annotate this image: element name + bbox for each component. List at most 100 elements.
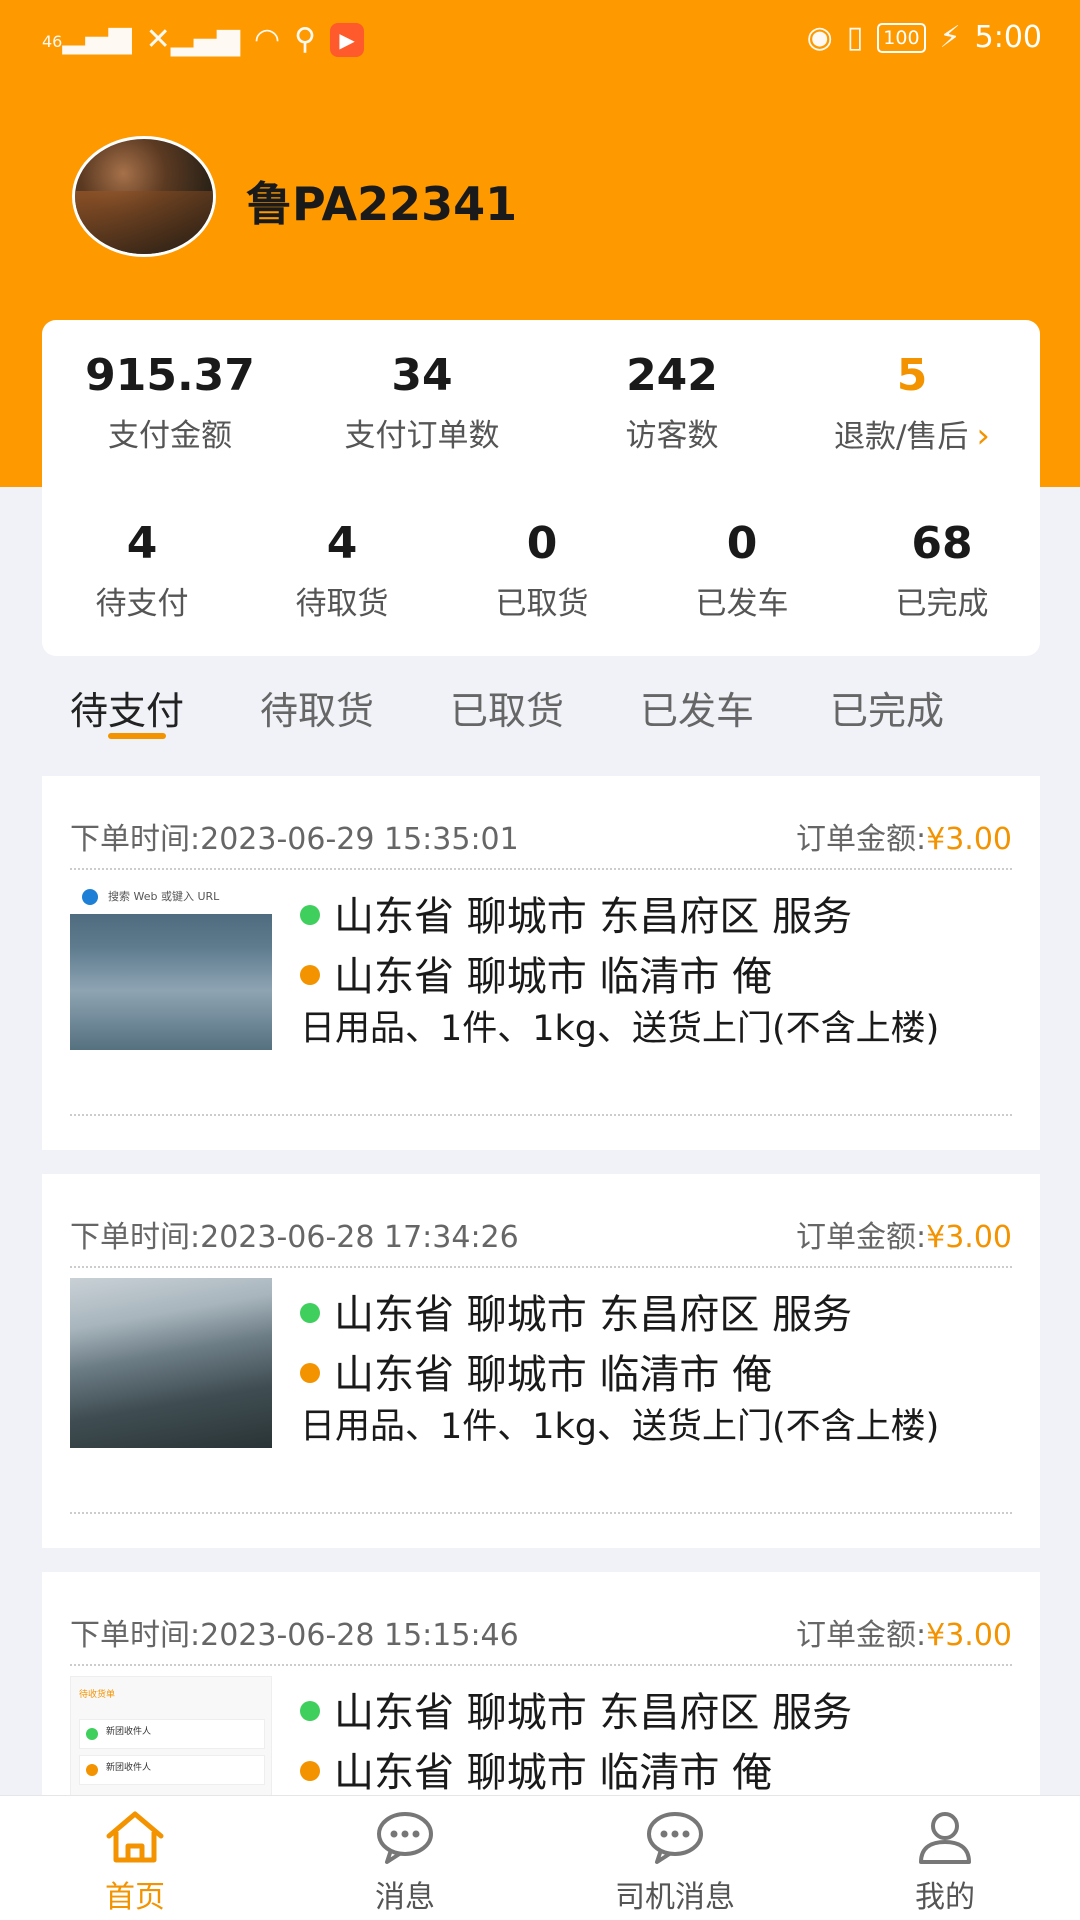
nav-profile[interactable]: 我的 — [845, 1808, 1045, 1916]
bottom-nav: 首页 消息 司机消息 我的 — [0, 1795, 1080, 1920]
stat-label: 退款/售后 — [833, 419, 969, 455]
stat-label: 访客数 — [625, 418, 719, 454]
nav-label: 消息 — [375, 1880, 435, 1915]
chat-bubble-icon — [377, 1812, 433, 1864]
avatar[interactable] — [72, 136, 216, 257]
destination-address: 山东省 聊城市 临清市 俺 — [334, 1352, 773, 1398]
stat-visitors[interactable]: 242 访客数 — [572, 348, 772, 458]
destination-address: 山东省 聊城市 临清市 俺 — [334, 954, 773, 1000]
divider — [70, 1114, 1012, 1116]
order-time-label: 下单时间: — [70, 1618, 201, 1653]
eye-icon: ◉ — [806, 20, 833, 55]
stat-value: 4 — [126, 518, 158, 569]
order-card[interactable]: 下单时间:2023-06-29 15:35:01 订单金额:¥3.00 搜索 W… — [42, 776, 1040, 1150]
stat-label: 已完成 — [895, 586, 989, 622]
divider — [70, 1512, 1012, 1514]
tab-pending-payment[interactable]: 待支付 — [70, 680, 184, 735]
charging-icon: ⚡ — [939, 20, 961, 55]
destination-dot-icon — [300, 965, 320, 985]
stat-completed[interactable]: 68 已完成 — [842, 516, 1042, 626]
stat-label: 支付订单数 — [344, 418, 500, 454]
thumb-dot-icon — [86, 1728, 98, 1740]
order-thumbnail[interactable]: 待收货单 新团收件人 新团收件人 — [70, 1676, 272, 1802]
order-amount: ¥3.00 — [926, 822, 1012, 857]
stat-label: 待取货 — [295, 586, 389, 622]
stat-order-count[interactable]: 34 支付订单数 — [312, 348, 532, 458]
thumb-url-text: 搜索 Web 或键入 URL — [108, 890, 220, 903]
stat-value: 242 — [626, 350, 718, 401]
nav-home[interactable]: 首页 — [35, 1808, 235, 1916]
thumb-row-text: 新团收件人 — [106, 1727, 152, 1737]
stat-label: 已取货 — [495, 586, 589, 622]
origin-address: 山东省 聊城市 东昌府区 服务 — [334, 1690, 853, 1736]
stat-value: 68 — [911, 518, 973, 569]
order-time: 2023-06-28 15:15:46 — [200, 1618, 519, 1653]
order-thumbnail[interactable] — [70, 1278, 272, 1448]
origin-dot-icon — [300, 905, 320, 925]
origin-dot-icon — [300, 1303, 320, 1323]
tab-pending-pickup[interactable]: 待取货 — [260, 680, 374, 735]
origin-dot-icon — [300, 1701, 320, 1721]
license-plate: 鲁PA22341 — [246, 177, 518, 231]
order-description: 日用品、1件、1kg、送货上门(不含上楼) — [300, 1407, 940, 1447]
nav-label: 首页 — [105, 1880, 165, 1915]
order-thumbnail[interactable]: 搜索 Web 或键入 URL — [70, 880, 272, 1050]
order-amount-label: 订单金额: — [796, 822, 927, 857]
chat-bubble-icon — [647, 1812, 703, 1864]
origin-address: 山东省 聊城市 东昌府区 服务 — [334, 894, 853, 940]
stat-value: 0 — [526, 518, 558, 569]
stat-value: 4 — [326, 518, 358, 569]
order-amount: ¥3.00 — [926, 1618, 1012, 1653]
stat-pending-payment[interactable]: 4 待支付 — [42, 516, 242, 626]
vibrate-icon: ▯ — [846, 20, 864, 55]
order-time: 2023-06-29 15:35:01 — [200, 822, 519, 857]
signal-icon: 46▂▄▆ — [42, 20, 132, 55]
order-time: 2023-06-28 17:34:26 — [200, 1220, 519, 1255]
battery-icon: 100 — [877, 23, 926, 53]
destination-dot-icon — [300, 1363, 320, 1383]
destination-address: 山东省 聊城市 临清市 俺 — [334, 1750, 773, 1796]
stat-label: 待支付 — [95, 586, 189, 622]
stat-label: 支付金额 — [108, 418, 232, 454]
divider — [70, 868, 1012, 870]
thumb-tab-label: 待收货单 — [79, 1690, 116, 1700]
nav-driver-messages[interactable]: 司机消息 — [575, 1808, 775, 1916]
stat-departed[interactable]: 0 已发车 — [642, 516, 842, 626]
order-amount-label: 订单金额: — [796, 1618, 927, 1653]
destination-dot-icon — [300, 1761, 320, 1781]
signal-off-icon: ✕▂▄▆ — [145, 22, 240, 57]
order-time-label: 下单时间: — [70, 822, 201, 857]
nav-messages[interactable]: 消息 — [305, 1808, 505, 1916]
stat-value: 915.37 — [85, 350, 255, 401]
stat-label: 已发车 — [695, 586, 789, 622]
thumb-dot-icon — [86, 1764, 98, 1776]
order-status-tabs: 待支付 待取货 已取货 已发车 已完成 — [0, 680, 1080, 750]
stat-value: 5 — [896, 350, 928, 401]
order-amount: ¥3.00 — [926, 1220, 1012, 1255]
browser-icon — [82, 889, 98, 905]
order-card[interactable]: 下单时间:2023-06-28 15:15:46 订单金额:¥3.00 待收货单… — [42, 1572, 1040, 1802]
stat-picked-up[interactable]: 0 已取货 — [442, 516, 642, 626]
stat-refund[interactable]: 5 退款/售后 › — [802, 348, 1022, 459]
stat-pending-pickup[interactable]: 4 待取货 — [242, 516, 442, 626]
stat-value: 0 — [726, 518, 758, 569]
order-time-label: 下单时间: — [70, 1220, 201, 1255]
status-time: 5:00 — [974, 20, 1042, 55]
order-card[interactable]: 下单时间:2023-06-28 17:34:26 订单金额:¥3.00 山东省 … — [42, 1174, 1040, 1548]
status-bar: 46▂▄▆ ✕▂▄▆ ◠ ⚲ ▶ ◉ ▯ 100 ⚡ 5:00 — [0, 0, 1080, 78]
app-notification-icon: ▶ — [330, 23, 365, 57]
divider — [70, 1664, 1012, 1666]
user-icon — [919, 1812, 971, 1864]
usb-icon: ⚲ — [294, 22, 317, 57]
active-tab-indicator — [108, 733, 166, 739]
order-description: 日用品、1件、1kg、送货上门(不含上楼) — [300, 1009, 940, 1049]
nav-label: 司机消息 — [615, 1880, 735, 1915]
tab-completed[interactable]: 已完成 — [830, 680, 944, 735]
nav-label: 我的 — [915, 1880, 975, 1915]
tab-picked-up[interactable]: 已取货 — [450, 680, 564, 735]
wifi-icon: ◠ — [253, 22, 281, 57]
divider — [70, 1266, 1012, 1268]
stat-pay-amount[interactable]: 915.37 支付金额 — [70, 348, 270, 458]
origin-address: 山东省 聊城市 东昌府区 服务 — [334, 1292, 853, 1338]
tab-departed[interactable]: 已发车 — [640, 680, 754, 735]
